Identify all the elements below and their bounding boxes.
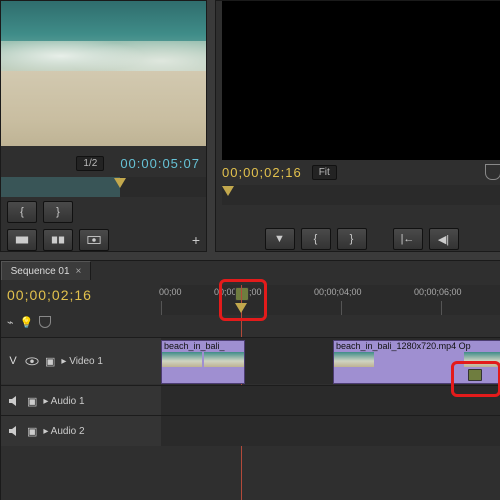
mark-out-button[interactable]: } [43,201,73,223]
ruler-tick-label: 00;00;04;00 [314,287,362,297]
timeline-ruler[interactable]: 00;00 00;00;02;00 00;00;04;00 00;00;06;0… [161,285,500,315]
track-label: ▸ Audio 1 [43,396,84,407]
add-marker-button[interactable]: ▼ [265,228,295,250]
fit-select[interactable]: Fit [312,165,337,180]
mark-out-button[interactable]: } [337,228,367,250]
track-video1: V ▣ ▸ Video 1 beach_in_bali_ beach_in_ba… [1,337,500,384]
export-frame-button[interactable] [79,229,109,251]
program-ruler[interactable] [222,185,500,205]
bulb-icon[interactable]: 💡 [20,316,34,329]
snap-icon[interactable]: ⌁ [7,316,14,329]
program-preview[interactable] [222,1,500,160]
source-timecode: 00:00:05:07 [120,156,200,171]
sequence-tab-label: Sequence 01 [11,266,70,277]
sequence-marker-icon[interactable] [235,287,249,301]
timeline-playhead-icon[interactable] [235,303,247,313]
program-transport-row: ▼ { } |← ◀| [222,226,500,252]
track-label: ▸ Video 1 [61,356,103,367]
go-to-in-button[interactable]: |← [393,228,423,250]
track-audio1: ▣ ▸ Audio 1 [1,385,500,416]
mark-in-button[interactable]: { [7,201,37,223]
clip-label: beach_in_bali_1280x720.mp4 Op [336,341,500,352]
source-transport-row: { } [1,199,206,225]
mark-in-button[interactable]: { [301,228,331,250]
overwrite-button[interactable] [43,229,73,251]
safe-margins-icon[interactable] [485,164,500,180]
program-monitor-panel: 00;00;02;16 Fit ▼ { } |← ◀| [215,0,500,252]
track-toggle-icon[interactable]: ▣ [27,425,37,438]
source-monitor-panel: 1/2 00:00:05:07 { } + [0,0,207,252]
program-timecode: 00;00;02;16 [222,165,302,180]
close-tab-icon[interactable]: × [76,266,82,277]
track-label: ▸ Audio 2 [43,426,84,437]
program-playhead-icon[interactable] [222,186,234,196]
ruler-tick-label: 00;00;06;00 [414,287,462,297]
track-toggle-icon[interactable]: ▣ [45,355,55,368]
speaker-icon[interactable] [7,394,21,408]
zoom-select[interactable]: 1/2 [76,156,104,171]
timeline-timecode[interactable]: 00;00;02;16 [7,287,92,303]
eye-icon[interactable] [25,354,39,368]
source-tools-row: + [1,227,206,253]
source-preview[interactable] [1,1,206,146]
source-playhead-icon[interactable] [114,178,126,188]
insert-button[interactable] [7,229,37,251]
speaker-icon[interactable] [7,424,21,438]
track-audio2: ▣ ▸ Audio 2 [1,415,500,446]
marker-tool-icon[interactable] [39,316,51,328]
button-editor-icon[interactable]: + [192,232,200,248]
sequence-tab[interactable]: Sequence 01 × [1,261,91,280]
timeline-tools: ⌁ 💡 [7,311,157,333]
timeline-panel: Sequence 01 × 00;00;02;16 00;00 00;00;02… [0,260,500,500]
clip-2[interactable]: beach_in_bali_1280x720.mp4 Op [333,340,500,384]
clip-1[interactable]: beach_in_bali_ [161,340,245,384]
ruler-tick-label: 00;00 [159,287,182,297]
source-ruler[interactable] [1,177,206,197]
step-back-button[interactable]: ◀| [429,228,459,250]
track-toggle-icon[interactable]: ▣ [27,395,37,408]
clip-label: beach_in_bali_ [164,341,242,352]
clip-marker-icon[interactable] [468,369,482,381]
track-target-v[interactable]: V [7,355,19,367]
premiere-app: 1/2 00:00:05:07 { } + [0,0,500,500]
